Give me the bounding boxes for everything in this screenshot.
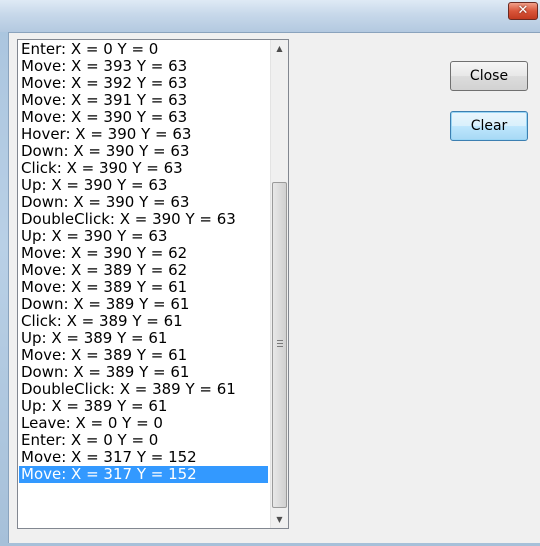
- list-item[interactable]: Leave: X = 0 Y = 0: [19, 415, 268, 432]
- app-window: ✕ Enter: X = 0 Y = 0 Move: X = 393 Y = 63…: [0, 0, 540, 546]
- list-item[interactable]: Enter: X = 0 Y = 0: [19, 432, 268, 449]
- close-button[interactable]: Close: [450, 61, 528, 91]
- list-item[interactable]: Down: X = 389 Y = 61: [19, 296, 268, 313]
- thumb-grip-line: [277, 346, 283, 347]
- list-item[interactable]: Move: X = 390 Y = 63: [19, 109, 268, 126]
- list-item[interactable]: Down: X = 390 Y = 63: [19, 194, 268, 211]
- list-item[interactable]: Up: X = 389 Y = 61: [19, 398, 268, 415]
- list-item[interactable]: Hover: X = 390 Y = 63: [19, 126, 268, 143]
- list-item[interactable]: Move: X = 317 Y = 152: [19, 466, 268, 483]
- list-item[interactable]: Move: X = 393 Y = 63: [19, 58, 268, 75]
- scrollbar-thumb[interactable]: [272, 182, 287, 508]
- scroll-down-arrow-icon[interactable]: ▼: [271, 511, 288, 528]
- list-item[interactable]: Move: X = 390 Y = 62: [19, 245, 268, 262]
- thumb-grip-line: [277, 340, 283, 341]
- event-log-listbox[interactable]: Enter: X = 0 Y = 0 Move: X = 393 Y = 63 Mo…: [17, 39, 289, 529]
- window-close-icon[interactable]: ✕: [508, 2, 538, 20]
- client-area: Enter: X = 0 Y = 0 Move: X = 393 Y = 63 Mo…: [8, 32, 540, 543]
- list-item[interactable]: Move: X = 391 Y = 63: [19, 92, 268, 109]
- list-item[interactable]: Down: X = 390 Y = 63: [19, 143, 268, 160]
- event-log-list[interactable]: Enter: X = 0 Y = 0 Move: X = 393 Y = 63 Mo…: [19, 41, 268, 483]
- list-item[interactable]: Up: X = 390 Y = 63: [19, 177, 268, 194]
- title-bar[interactable]: ✕: [0, 0, 540, 32]
- list-item[interactable]: Enter: X = 0 Y = 0: [19, 41, 268, 58]
- list-item[interactable]: Up: X = 389 Y = 61: [19, 330, 268, 347]
- list-item[interactable]: Move: X = 389 Y = 61: [19, 279, 268, 296]
- thumb-grip-line: [277, 343, 283, 344]
- list-item[interactable]: Click: X = 390 Y = 63: [19, 160, 268, 177]
- list-item[interactable]: Move: X = 317 Y = 152: [19, 449, 268, 466]
- list-item[interactable]: Down: X = 389 Y = 61: [19, 364, 268, 381]
- list-item[interactable]: Move: X = 392 Y = 63: [19, 75, 268, 92]
- list-item[interactable]: Click: X = 389 Y = 61: [19, 313, 268, 330]
- clear-button[interactable]: Clear: [450, 111, 528, 141]
- list-item[interactable]: Move: X = 389 Y = 61: [19, 347, 268, 364]
- list-item[interactable]: DoubleClick: X = 389 Y = 61: [19, 381, 268, 398]
- vertical-scrollbar[interactable]: ▲ ▼: [270, 40, 288, 528]
- scroll-up-arrow-icon[interactable]: ▲: [271, 40, 288, 57]
- list-item[interactable]: Up: X = 390 Y = 63: [19, 228, 268, 245]
- list-item[interactable]: Move: X = 389 Y = 62: [19, 262, 268, 279]
- list-item[interactable]: DoubleClick: X = 390 Y = 63: [19, 211, 268, 228]
